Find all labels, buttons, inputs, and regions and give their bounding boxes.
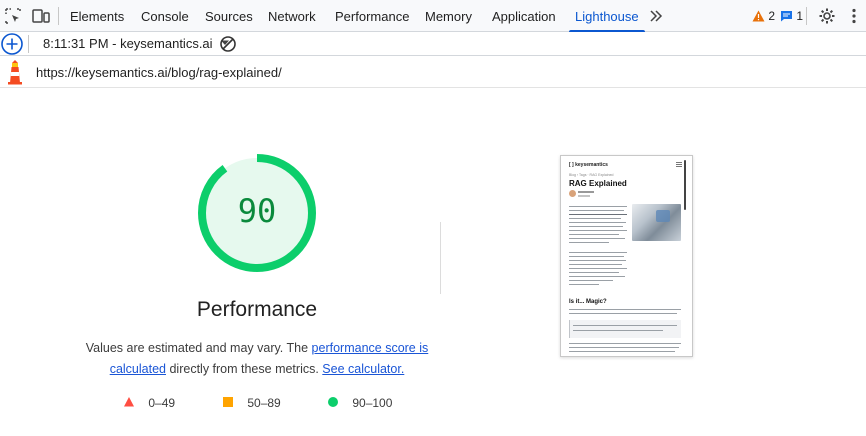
legend-fail: 0–49 (123, 396, 175, 410)
toolbar-divider (58, 7, 59, 25)
tab-lighthouse[interactable]: Lighthouse (569, 0, 645, 32)
warnings-counter[interactable]: 2 (752, 8, 775, 24)
thumbnail-text-line (569, 242, 609, 244)
toolbar-divider (28, 35, 29, 53)
thumbnail-text-line (569, 234, 619, 236)
report-url[interactable]: https://keysemantics.ai/blog/rag-explain… (36, 56, 282, 89)
thumbnail-scrollbar (684, 160, 686, 210)
thumbnail-text-line (569, 226, 623, 228)
thumbnail-author-avatar (569, 190, 576, 197)
more-options-icon[interactable] (844, 6, 864, 26)
thumbnail-text-line (569, 222, 626, 224)
thumbnail-text-line (569, 276, 625, 278)
thumbnail-text-line (569, 230, 627, 232)
devtools-tab-bar: Elements Console Sources Network Perform… (0, 0, 866, 32)
legend-pass: 90–100 (327, 396, 392, 410)
thumbnail-text-line (573, 325, 677, 327)
thumbnail-text-line (569, 238, 625, 240)
thumbnail-logo: [ ] keysemantics (569, 162, 608, 168)
section-divider (440, 222, 441, 294)
score-description: Values are estimated and may vary. The p… (82, 338, 432, 380)
tab-sources[interactable]: Sources (205, 0, 253, 32)
lighthouse-toolbar: 8:11:31 PM - keysemantics.ai (0, 32, 866, 56)
description-text: Values are estimated and may vary. The (85, 341, 312, 355)
clear-all-icon[interactable] (219, 35, 237, 53)
new-report-plus-icon[interactable] (0, 32, 24, 56)
thumbnail-author-line (578, 191, 594, 193)
thumbnail-title: RAG Explained (569, 179, 627, 188)
thumbnail-text-line (569, 252, 627, 254)
performance-category-title: Performance (196, 298, 318, 321)
see-calculator-link[interactable]: See calculator. (322, 362, 404, 376)
thumbnail-text-line (569, 206, 627, 208)
tab-console[interactable]: Console (141, 0, 189, 32)
inspect-element-icon[interactable] (3, 6, 23, 26)
thumbnail-breadcrumb: Blog › Tags · RAG Explained (569, 173, 614, 177)
thumbnail-menu-icon (676, 162, 682, 167)
message-icon (781, 11, 792, 22)
final-screenshot-thumbnail[interactable]: [ ] keysemantics Blog › Tags · RAG Expla… (560, 155, 693, 357)
thumbnail-blockquote (569, 320, 681, 338)
thumbnail-text-line (569, 268, 627, 270)
tab-application[interactable]: Application (492, 0, 556, 32)
thumbnail-text-line (569, 351, 675, 353)
tab-network[interactable]: Network (268, 0, 316, 32)
tab-performance[interactable]: Performance (335, 0, 409, 32)
thumbnail-text-line (573, 330, 663, 332)
thumbnail-text-line (569, 284, 599, 286)
thumbnail-text-line (569, 210, 624, 212)
messages-counter[interactable]: 1 (780, 8, 803, 24)
thumbnail-text-line (569, 347, 679, 349)
fail-triangle-icon (124, 397, 134, 407)
device-toolbar-icon[interactable] (31, 6, 51, 26)
thumbnail-text-line (569, 343, 681, 345)
performance-score-value: 90 (237, 192, 277, 230)
thumbnail-text-line (569, 256, 624, 258)
lighthouse-logo-icon (8, 60, 22, 85)
thumbnail-text-line (569, 272, 619, 274)
thumbnail-text-line (569, 280, 613, 282)
thumbnail-text-line (569, 309, 681, 311)
thumbnail-heading: Is it... Magic? (569, 299, 607, 305)
more-tabs-chevron-icon[interactable] (646, 6, 666, 26)
legend-pass-range: 90–100 (352, 396, 393, 410)
average-square-icon (223, 397, 233, 407)
thumbnail-text-line (569, 260, 626, 262)
toolbar-divider (806, 7, 807, 25)
report-selector-label: 8:11:31 PM - keysemantics.ai (43, 36, 213, 51)
report-selector[interactable]: 8:11:31 PM - keysemantics.ai (43, 32, 230, 56)
thumbnail-text-line (569, 218, 621, 220)
thumbnail-article-image (632, 204, 681, 241)
description-text-middle: directly from these metrics. (166, 362, 323, 376)
thumbnail-text-line (569, 313, 677, 315)
pass-circle-icon (328, 397, 338, 407)
legend-average-range: 50–89 (247, 396, 281, 410)
thumbnail-text-line (569, 264, 622, 266)
legend-average: 50–89 (222, 396, 281, 410)
legend-fail-range: 0–49 (148, 396, 176, 410)
settings-gear-icon[interactable] (817, 6, 837, 26)
warning-icon (752, 10, 765, 22)
messages-count: 1 (796, 9, 804, 23)
tab-elements[interactable]: Elements (70, 0, 124, 32)
warnings-count: 2 (768, 9, 776, 23)
tab-memory[interactable]: Memory (425, 0, 472, 32)
report-url-row: https://keysemantics.ai/blog/rag-explain… (0, 56, 866, 88)
thumbnail-text-line (569, 214, 627, 216)
thumbnail-author-line (578, 195, 590, 197)
